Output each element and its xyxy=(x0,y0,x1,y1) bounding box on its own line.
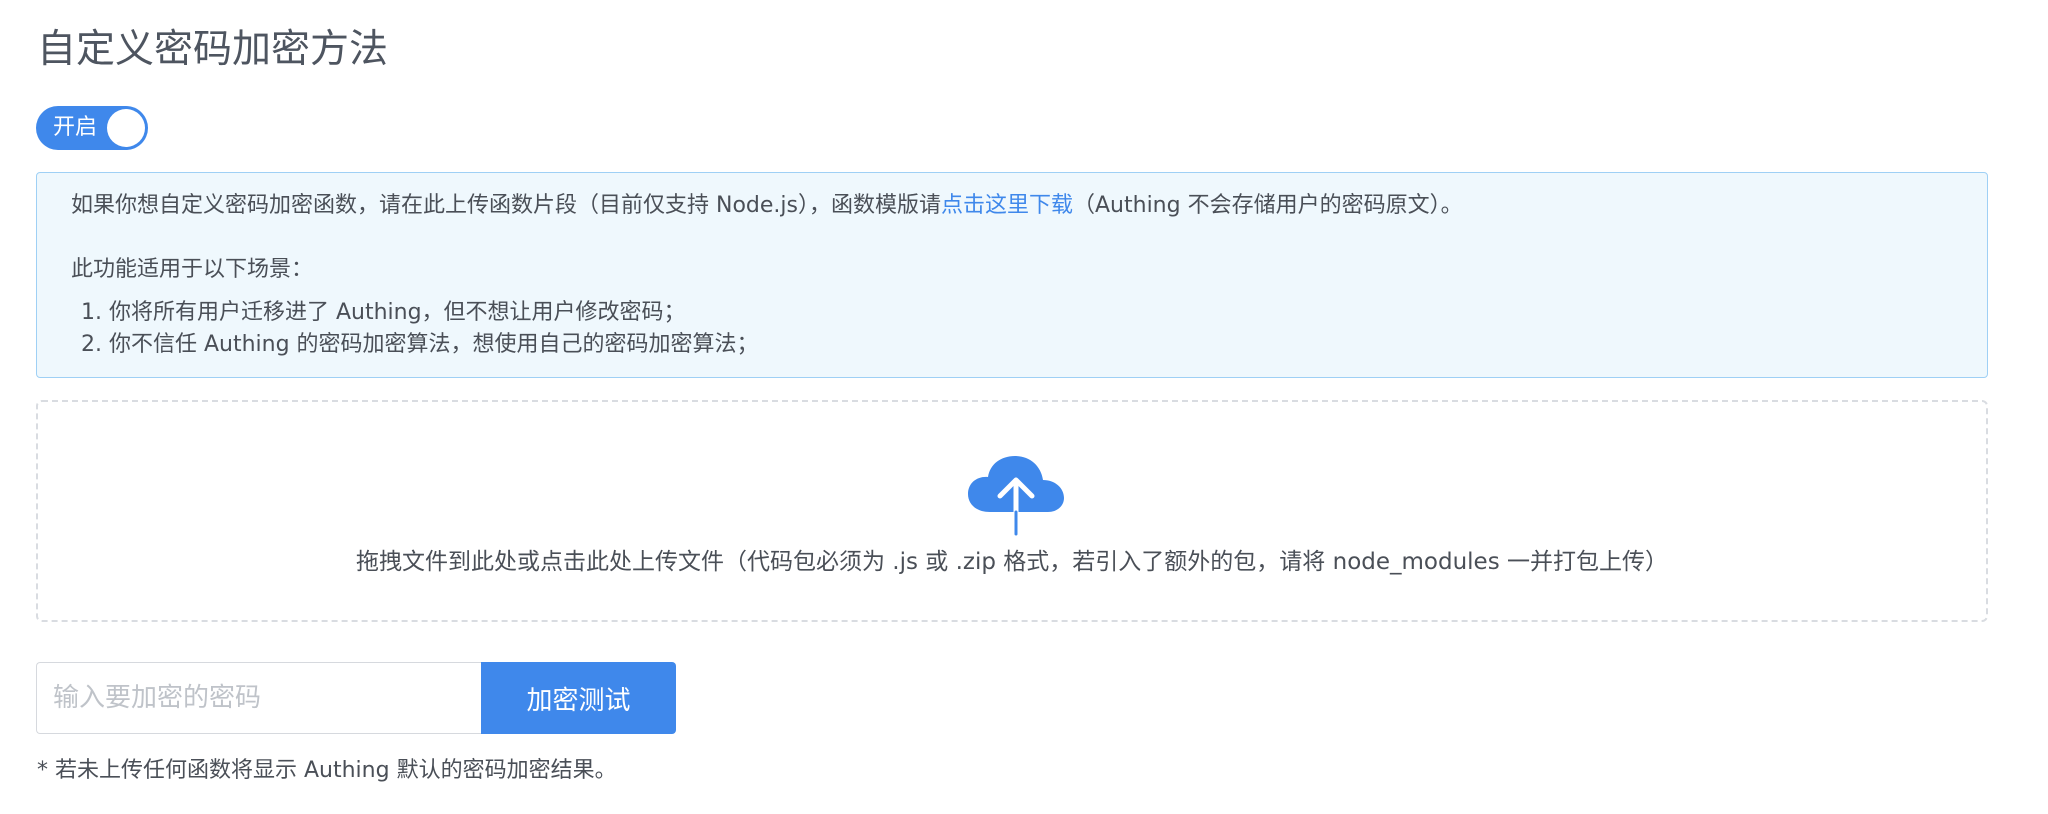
enable-toggle[interactable]: 开启 xyxy=(36,106,148,150)
page: 自定义密码加密方法 开启 如果你想自定义密码加密函数，请在此上传函数片段（目前仅… xyxy=(0,0,2048,814)
info-intro-note: （Authing 不会存储用户的密码原文）。 xyxy=(1073,193,1463,218)
toggle-knob xyxy=(107,109,145,147)
encrypt-test-button[interactable]: 加密测试 xyxy=(481,662,676,734)
footnote: * 若未上传任何函数将显示 Authing 默认的密码加密结果。 xyxy=(37,758,617,783)
info-alert: 如果你想自定义密码加密函数，请在此上传函数片段（目前仅支持 Node.js），函… xyxy=(36,172,1988,378)
template-download-link[interactable]: 点击这里下载 xyxy=(941,193,1073,218)
page-title: 自定义密码加密方法 xyxy=(37,27,389,72)
toggle-label: 开启 xyxy=(53,115,98,140)
upload-dropzone[interactable]: 拖拽文件到此处或点击此处上传文件（代码包必须为 .js 或 .zip 格式，若引… xyxy=(36,400,1988,622)
list-item: 1. 你将所有用户迁移进了 Authing，但不想让用户修改密码； xyxy=(81,300,686,325)
info-intro-text: 如果你想自定义密码加密函数，请在此上传函数片段（目前仅支持 Node.js），函… xyxy=(71,193,941,218)
password-input[interactable] xyxy=(36,662,482,734)
cloud-upload-icon xyxy=(968,456,1064,536)
info-intro: 如果你想自定义密码加密函数，请在此上传函数片段（目前仅支持 Node.js），函… xyxy=(71,191,1463,221)
info-scenarios-list: 1. 你将所有用户迁移进了 Authing，但不想让用户修改密码； 2. 你不信… xyxy=(81,297,759,361)
info-scenarios-heading: 此功能适用于以下场景： xyxy=(71,257,314,282)
upload-instructions: 拖拽文件到此处或点击此处上传文件（代码包必须为 .js 或 .zip 格式，若引… xyxy=(356,549,1668,575)
list-item: 2. 你不信任 Authing 的密码加密算法，想使用自己的密码加密算法； xyxy=(81,332,759,357)
